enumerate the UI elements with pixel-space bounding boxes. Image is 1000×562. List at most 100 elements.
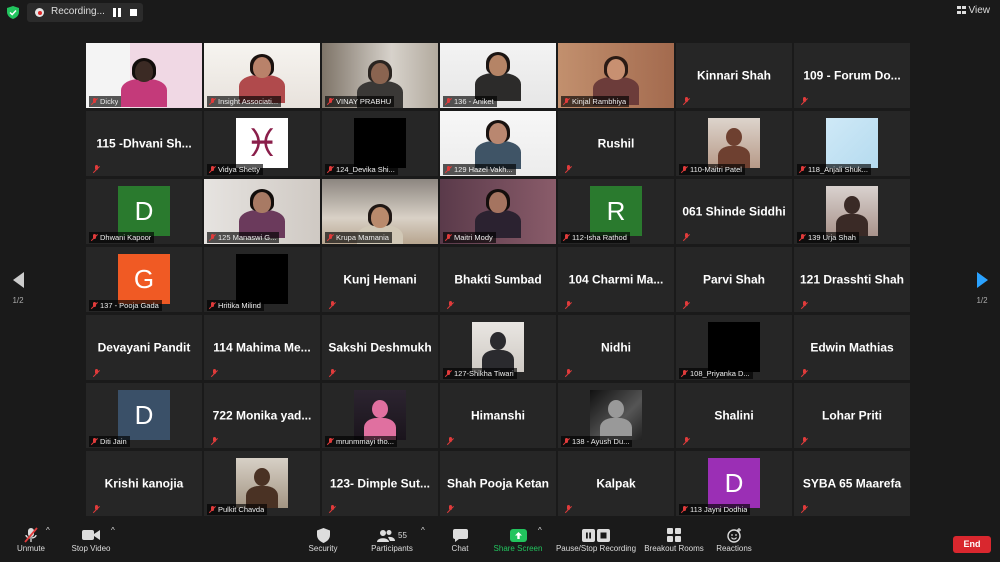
participant-tile[interactable]: 129 Hazel Vakh... [440,111,556,176]
participant-name: 061 Shinde Siddhi [682,203,786,218]
next-page-button[interactable]: 1/2 [972,272,992,305]
muted-microphone-icon [93,165,99,173]
participant-name: Dicky [100,97,119,106]
pause-stop-recording-button[interactable]: Pause/Stop Recording [553,526,639,553]
unmute-label: Unmute [16,544,45,553]
participant-tile[interactable]: Kinnari Shah [676,43,792,108]
participants-button[interactable]: 55 Participants [366,526,418,553]
muted-microphone-icon [445,97,451,106]
audio-options-caret-icon[interactable]: ^ [46,526,50,535]
muted-microphone-icon [563,437,569,446]
muted-microphone-icon [563,233,569,242]
participant-tile[interactable]: 136 - Aniket [440,43,556,108]
video-options-caret-icon[interactable]: ^ [111,526,115,535]
muted-microphone-icon [329,369,335,377]
participant-tile[interactable]: 124_Devika Shi... [322,111,438,176]
participant-name: Lohar Priti [821,407,882,422]
muted-microphone-icon [563,97,569,106]
muted-microphone-icon [801,437,807,445]
participant-tile[interactable]: Shalini [676,383,792,448]
end-meeting-button[interactable]: End [953,536,991,553]
participant-tile[interactable]: 115 -Dhvani Sh... [86,111,202,176]
participant-tile[interactable]: Dicky [86,43,202,108]
reactions-button[interactable]: Reactions [714,526,754,553]
share-screen-button[interactable]: Share Screen [492,526,544,553]
pause-recording-icon[interactable] [113,8,122,17]
participant-tile[interactable]: mrunmmayi tho... [322,383,438,448]
participant-tile[interactable]: 139 Urja Shah [794,179,910,244]
stop-video-button[interactable]: Stop Video [66,526,116,553]
participant-tile[interactable]: Edwin Mathias [794,315,910,380]
shield-check-icon[interactable] [7,6,19,19]
muted-microphone-icon [681,369,687,378]
participant-tile[interactable]: Pulkit Chavda [204,451,320,516]
previous-page-button[interactable]: 1/2 [8,272,28,305]
participant-label: 108_Priyanka D... [679,368,753,379]
participant-name: Himanshi [470,407,525,422]
participant-tile[interactable]: 114 Mahima Me... [204,315,320,380]
participant-tile[interactable]: Sakshi Deshmukh [322,315,438,380]
pisces-symbol-icon: ♓ [244,121,280,165]
participant-tile[interactable]: 123- Dimple Sut... [322,451,438,516]
participant-tile[interactable]: 104 Charmi Ma... [558,247,674,312]
participant-tile[interactable]: Bhakti Sumbad [440,247,556,312]
chat-button[interactable]: Chat [444,526,476,553]
participants-label: Participants [371,544,413,553]
participant-tile[interactable]: Nidhi [558,315,674,380]
participants-caret-icon[interactable]: ^ [421,526,425,535]
participant-tile[interactable]: Krupa Mamania [322,179,438,244]
participant-tile[interactable]: 109 - Forum Do... [794,43,910,108]
participant-tile[interactable]: Krishi kanojia [86,451,202,516]
security-button[interactable]: Security [303,526,343,553]
participant-label: Pulkit Chavda [207,504,268,515]
participant-tile[interactable]: VINAY PRABHU [322,43,438,108]
participant-tile[interactable]: Parvi Shah [676,247,792,312]
participant-tile[interactable]: Himanshi [440,383,556,448]
meeting-toolbar: Unmute ^ Stop Video ^ Security 55 Partic… [0,522,1000,562]
participant-tile[interactable]: D Dhwani Kapoor [86,179,202,244]
stop-recording-icon[interactable] [130,9,137,16]
participant-tile[interactable]: ♓ Vidya Shetty [204,111,320,176]
participant-tile[interactable]: 061 Shinde Siddhi [676,179,792,244]
participants-icon [377,529,396,542]
participant-tile[interactable]: Kinjal Rambhiya [558,43,674,108]
muted-microphone-icon [445,165,451,174]
participant-tile[interactable]: 722 Monika yad... [204,383,320,448]
participant-tile[interactable]: 138 - Ayush Du... [558,383,674,448]
participant-tile[interactable]: 125 Manaswi G... [204,179,320,244]
participant-tile[interactable]: Devayani Pandit [86,315,202,380]
participant-tile[interactable]: 110-Maitri Patel [676,111,792,176]
participant-tile[interactable]: 108_Priyanka D... [676,315,792,380]
participant-profile-picture [354,390,406,440]
participant-tile[interactable]: SYBA 65 Maarefa [794,451,910,516]
participant-tile[interactable]: Rushil [558,111,674,176]
muted-microphone-icon [565,505,571,513]
participant-tile[interactable]: G 137 - Pooja Gada [86,247,202,312]
participant-label: Dhwani Kapoor [89,232,155,243]
participant-tile[interactable]: R 112-Isha Rathod [558,179,674,244]
participant-label: 118_Anjali Shuk... [797,164,871,175]
participant-name: Nidhi [601,339,631,354]
participant-tile[interactable]: D 113 Jayni Dodhia [676,451,792,516]
breakout-rooms-button[interactable]: Breakout Rooms [642,526,706,553]
security-label: Security [308,544,338,553]
participant-tile[interactable]: Shah Pooja Ketan [440,451,556,516]
participant-tile[interactable]: D Diti Jain [86,383,202,448]
participant-tile[interactable]: Lohar Priti [794,383,910,448]
share-options-caret-icon[interactable]: ^ [538,526,542,535]
participant-tile[interactable]: Insight Associati... [204,43,320,108]
view-button[interactable]: View [956,5,990,16]
participant-tile[interactable]: 127-Shikha Tiwari [440,315,556,380]
participant-tile[interactable]: Kalpak [558,451,674,516]
participant-profile-picture [590,390,642,440]
participant-tile[interactable]: Hritika Milind [204,247,320,312]
participant-label: 124_Devika Shi... [325,164,398,175]
participant-tile[interactable]: 118_Anjali Shuk... [794,111,910,176]
participant-avatar: D [118,390,170,440]
muted-microphone-icon [209,301,215,310]
participant-tile[interactable]: 121 Drasshti Shah [794,247,910,312]
participant-profile-picture [708,118,760,168]
participant-tile[interactable]: Maitri Mody [440,179,556,244]
muted-microphone-icon [91,97,97,106]
participant-tile[interactable]: Kunj Hemani [322,247,438,312]
